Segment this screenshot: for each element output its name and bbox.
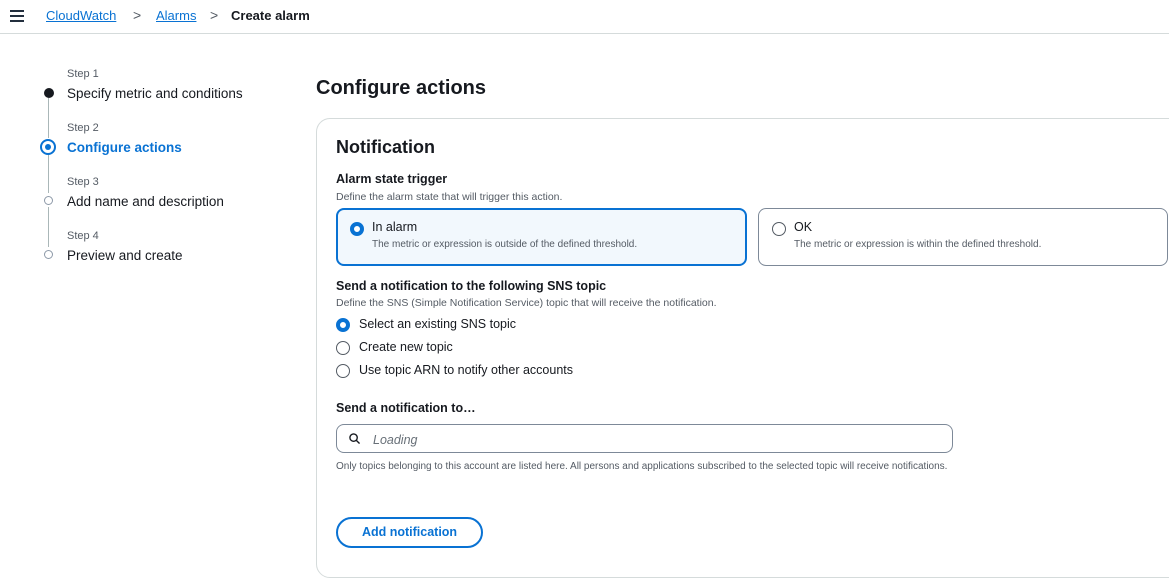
step-title: Add name and description xyxy=(67,194,224,209)
topic-search-input[interactable] xyxy=(371,429,935,450)
tile-title: In alarm xyxy=(372,220,418,234)
tile-title: OK xyxy=(794,220,813,234)
section-title: Notification xyxy=(336,137,435,157)
radio-selected-icon[interactable] xyxy=(336,318,350,332)
radio-label: Select an existing SNS topic xyxy=(359,317,517,331)
step-title: Configure actions xyxy=(67,140,182,155)
step-active-icon xyxy=(40,139,56,155)
radio-unselected-icon[interactable] xyxy=(336,364,350,378)
tile-description: The metric or expression is within the d… xyxy=(794,239,1042,250)
tile-in-alarm[interactable]: In alarm The metric or expression is out… xyxy=(336,208,747,266)
alarm-state-trigger-description: Define the alarm state that will trigger… xyxy=(336,191,563,203)
page-title: Configure actions xyxy=(316,77,487,99)
radio-unselected-icon[interactable] xyxy=(336,341,350,355)
radio-label: Use topic ARN to notify other accounts xyxy=(359,363,573,377)
add-notification-button[interactable]: Add notification xyxy=(336,517,483,548)
step-title: Preview and create xyxy=(67,248,183,263)
chevron-right-icon: > xyxy=(133,7,142,23)
breadcrumb-current-page: Create alarm xyxy=(231,8,310,23)
step-pending-icon xyxy=(44,196,53,205)
radio-selected-icon[interactable] xyxy=(350,222,364,236)
step-completed-icon xyxy=(44,88,54,98)
step-number: Step 1 xyxy=(67,68,99,80)
step-number: Step 2 xyxy=(67,122,99,134)
breadcrumb-alarms[interactable]: Alarms xyxy=(156,8,196,24)
topic-search-field[interactable] xyxy=(336,424,953,453)
step-connector xyxy=(48,153,49,193)
top-navigation-bar: CloudWatch > Alarms > Create alarm xyxy=(0,0,1169,34)
sns-topic-label: Send a notification to the following SNS… xyxy=(336,279,607,293)
radio-label: Create new topic xyxy=(359,340,453,354)
tile-description: The metric or expression is outside of t… xyxy=(372,239,638,250)
search-icon xyxy=(349,433,360,444)
step-connector xyxy=(48,207,49,247)
alarm-state-trigger-label: Alarm state trigger xyxy=(336,172,448,186)
step-number: Step 4 xyxy=(67,230,99,242)
chevron-right-icon: > xyxy=(210,7,219,23)
send-to-label: Send a notification to… xyxy=(336,401,476,415)
step-number: Step 3 xyxy=(67,176,99,188)
step-connector xyxy=(48,98,49,138)
topic-help-text: Only topics belonging to this account ar… xyxy=(336,461,948,472)
sns-topic-description: Define the SNS (Simple Notification Serv… xyxy=(336,297,717,309)
breadcrumb-cloudwatch[interactable]: CloudWatch xyxy=(46,8,116,24)
step-title: Specify metric and conditions xyxy=(67,86,243,101)
tile-ok[interactable]: OK The metric or expression is within th… xyxy=(758,208,1168,266)
radio-unselected-icon[interactable] xyxy=(772,222,786,236)
hamburger-menu-icon[interactable] xyxy=(10,10,24,22)
step-pending-icon xyxy=(44,250,53,259)
